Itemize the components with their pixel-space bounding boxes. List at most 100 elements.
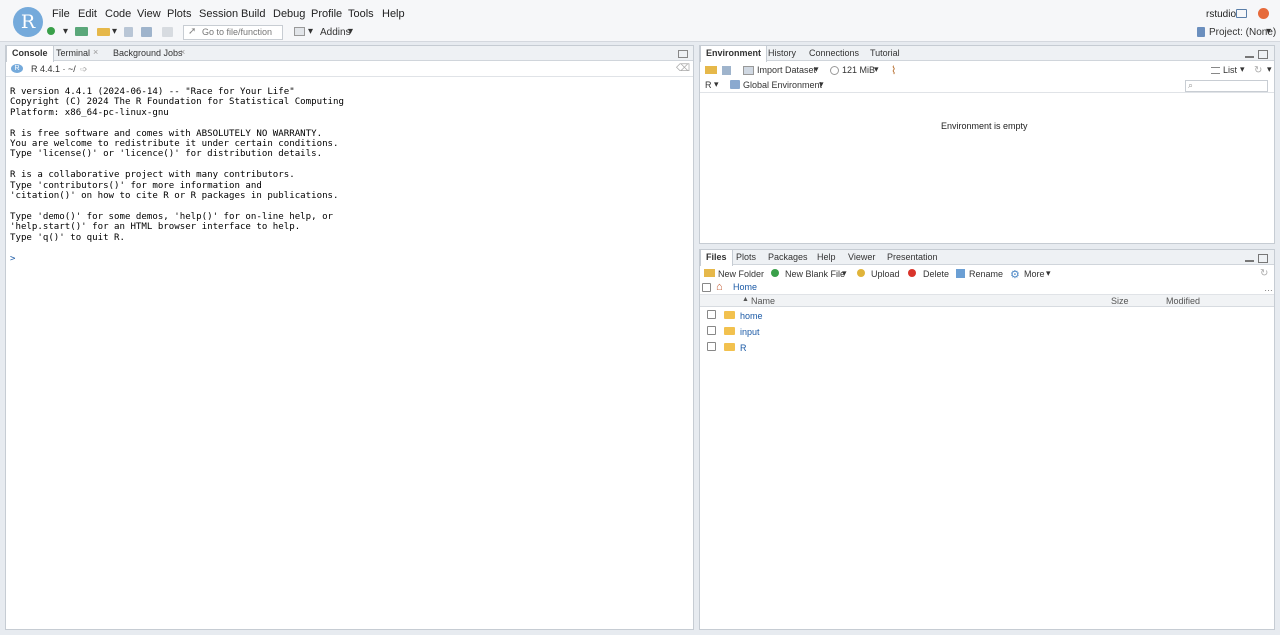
save-workspace-icon[interactable]	[722, 66, 731, 75]
chevron-down-icon[interactable]: ▾	[112, 26, 117, 37]
chevron-down-icon[interactable]: ▾	[842, 268, 847, 279]
chevron-down-icon[interactable]: ▾	[874, 64, 879, 75]
maximize-icon[interactable]	[1258, 254, 1268, 263]
menu-file[interactable]: File	[52, 8, 70, 20]
tab-files[interactable]: Files	[700, 250, 733, 266]
minimize-icon[interactable]	[1245, 56, 1254, 58]
grid-layout-icon[interactable]	[294, 27, 305, 36]
new-file-icon[interactable]	[47, 27, 55, 35]
environment-search-input[interactable]	[1185, 80, 1268, 92]
tab-packages[interactable]: Packages	[763, 250, 813, 265]
new-folder-icon	[704, 269, 715, 277]
menu-code[interactable]: Code	[105, 8, 131, 20]
minimize-icon[interactable]	[1245, 260, 1254, 262]
folder-icon	[724, 327, 735, 335]
tab-environment[interactable]: Environment	[700, 46, 768, 62]
new-blank-file-button[interactable]: New Blank File	[785, 269, 845, 279]
menu-session[interactable]: Session	[199, 8, 238, 20]
search-icon: ⌕	[1188, 80, 1194, 90]
language-select[interactable]: R	[705, 80, 712, 90]
sign-out-icon[interactable]	[1236, 9, 1247, 18]
tab-terminal[interactable]: Terminal	[51, 46, 95, 61]
console-output: R version 4.4.1 (2024-06-14) -- "Race fo…	[10, 87, 344, 243]
close-icon[interactable]: ×	[93, 47, 98, 57]
file-row-home[interactable]: home	[740, 311, 763, 321]
chevron-down-icon[interactable]: ▾	[1267, 64, 1272, 75]
chevron-down-icon[interactable]: ▾	[714, 79, 719, 90]
list-icon	[1211, 67, 1220, 74]
tab-console[interactable]: Console	[6, 46, 54, 62]
delete-button[interactable]: Delete	[923, 269, 949, 279]
load-workspace-icon[interactable]	[705, 66, 717, 74]
row-checkbox[interactable]	[707, 310, 716, 319]
addins-menu[interactable]: Addins	[320, 27, 351, 38]
menu-view[interactable]: View	[137, 8, 161, 20]
chevron-down-icon[interactable]: ▾	[1240, 64, 1245, 75]
row-checkbox[interactable]	[707, 342, 716, 351]
tab-tutorial[interactable]: Tutorial	[865, 46, 905, 61]
save-icon[interactable]	[124, 27, 133, 37]
column-name[interactable]: Name	[751, 296, 775, 306]
tab-viewer[interactable]: Viewer	[843, 250, 880, 265]
more-options-icon[interactable]: …	[1264, 283, 1273, 293]
file-row-input[interactable]: input	[740, 327, 760, 337]
menu-tools[interactable]: Tools	[348, 8, 374, 20]
clear-console-icon[interactable]: ⌫	[676, 63, 690, 74]
rename-button[interactable]: Rename	[969, 269, 1003, 279]
chevron-down-icon[interactable]: ▾	[308, 26, 313, 37]
maximize-icon[interactable]	[678, 50, 688, 58]
memory-usage[interactable]: 121 MiB	[842, 65, 875, 75]
tab-plots[interactable]: Plots	[731, 250, 761, 265]
row-checkbox[interactable]	[707, 326, 716, 335]
username: rstudio	[1205, 9, 1236, 20]
chevron-down-icon[interactable]: ▾	[814, 64, 819, 75]
menu-build[interactable]: Build	[241, 8, 265, 20]
menu-profile[interactable]: Profile	[311, 8, 342, 20]
r-version-label: R 4.4.1 · ~/	[31, 64, 76, 74]
environment-icon	[730, 80, 740, 89]
broom-icon[interactable]: ⌇	[891, 64, 896, 77]
new-project-icon[interactable]	[75, 27, 88, 36]
tab-help[interactable]: Help	[812, 250, 841, 265]
chevron-down-icon[interactable]: ▾	[63, 26, 68, 37]
close-icon[interactable]: ×	[180, 47, 185, 57]
chevron-down-icon[interactable]: ▾	[348, 26, 353, 37]
power-icon[interactable]	[1258, 8, 1269, 19]
goto-file-input[interactable]: Go to file/function	[183, 25, 283, 40]
import-dataset-button[interactable]: Import Dataset	[757, 65, 816, 75]
go-to-directory-icon[interactable]: ➩	[80, 64, 88, 75]
maximize-icon[interactable]	[1258, 50, 1268, 59]
menu-help[interactable]: Help	[382, 8, 405, 20]
open-folder-icon[interactable]	[97, 28, 110, 36]
refresh-icon[interactable]: ↻	[1254, 65, 1262, 76]
tab-presentation[interactable]: Presentation	[882, 250, 943, 265]
select-all-checkbox[interactable]	[702, 283, 711, 292]
save-all-icon[interactable]	[141, 27, 152, 37]
file-row-r[interactable]: R	[740, 343, 747, 353]
tab-connections[interactable]: Connections	[804, 46, 864, 61]
console-subbar	[6, 62, 693, 77]
tab-history[interactable]: History	[763, 46, 801, 61]
rename-icon	[956, 269, 965, 278]
more-button[interactable]: More	[1024, 269, 1045, 279]
upload-button[interactable]: Upload	[871, 269, 900, 279]
tab-background-jobs[interactable]: Background Jobs	[108, 46, 188, 61]
breadcrumb-home[interactable]: Home	[733, 282, 757, 292]
scope-select[interactable]: Global Environment	[743, 80, 822, 90]
console-prompt[interactable]: >	[10, 254, 15, 264]
column-size[interactable]: Size	[1111, 296, 1129, 306]
column-modified[interactable]: Modified	[1166, 296, 1200, 306]
sort-ascending-icon: ▲	[742, 296, 749, 303]
chevron-down-icon[interactable]: ▾	[1046, 268, 1051, 279]
chevron-down-icon[interactable]: ▾	[819, 79, 824, 90]
refresh-icon[interactable]: ↻	[1260, 268, 1268, 279]
print-icon[interactable]	[162, 27, 173, 37]
arrow-icon: ➚	[188, 26, 197, 37]
chevron-down-icon[interactable]: ▾	[1266, 26, 1271, 37]
menu-debug[interactable]: Debug	[273, 8, 305, 20]
menu-plots[interactable]: Plots	[167, 8, 191, 20]
menu-edit[interactable]: Edit	[78, 8, 97, 20]
new-folder-button[interactable]: New Folder	[718, 269, 764, 279]
memory-icon	[830, 66, 839, 75]
view-mode-button[interactable]: List	[1223, 65, 1237, 75]
